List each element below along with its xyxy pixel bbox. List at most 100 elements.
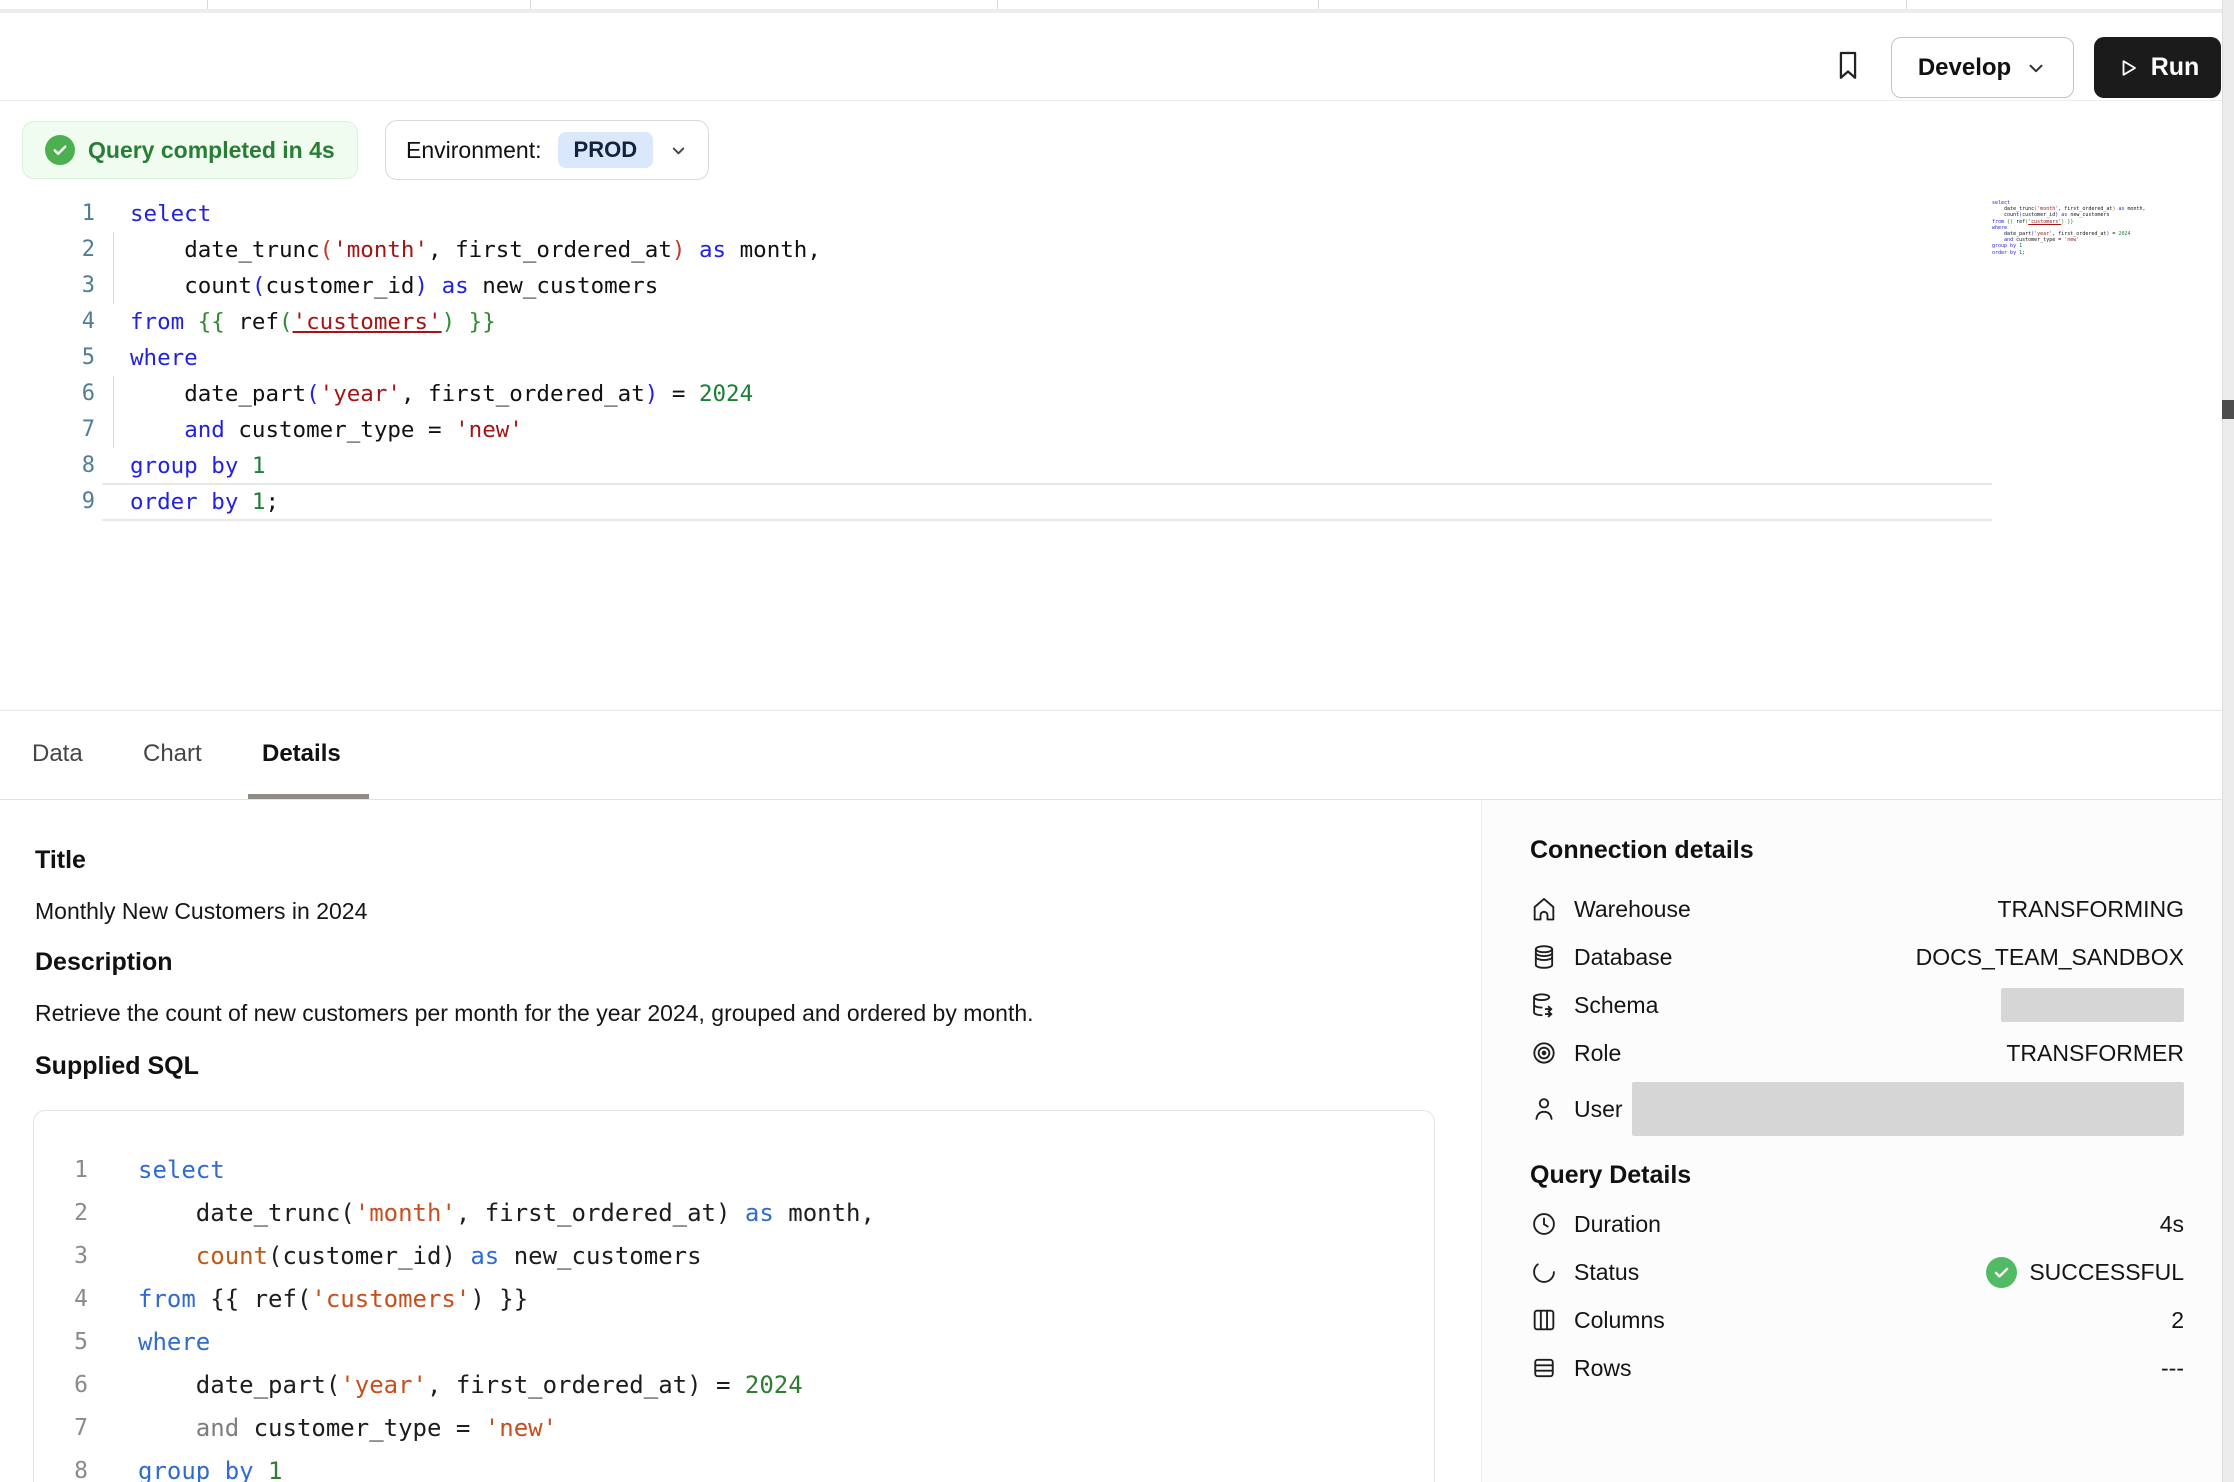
- code-line: 6 date_part('year', first_ordered_at) = …: [34, 1364, 1434, 1407]
- code-line: 8 group by 1: [34, 1450, 1434, 1482]
- detail-value: SUCCESSFUL: [1986, 1257, 2184, 1288]
- supplied-sql-heading: Supplied SQL: [35, 1052, 199, 1081]
- code-text: and customer_type = 'new': [130, 412, 523, 448]
- code-text: date_part('year', first_ordered_at) = 20…: [138, 1364, 803, 1407]
- description-value: Retrieve the count of new customers per …: [35, 1000, 1034, 1027]
- user-icon: [1530, 1095, 1558, 1123]
- detail-row-rows: Rows ---: [1530, 1344, 2184, 1392]
- details-side-panel: Connection details Warehouse TRANSFORMING…: [1481, 800, 2222, 1482]
- query-details-rows: Duration4s Status SUCCESSFUL Columns2 Rows --…: [1530, 1200, 2184, 1392]
- code-line: 1select: [34, 1149, 1434, 1192]
- code-line: 4from {{ ref('customers') }}: [34, 1278, 1434, 1321]
- connection-details-heading: Connection details: [1530, 836, 2184, 865]
- line-number: 6: [55, 376, 95, 412]
- detail-row-duration: Duration4s: [1530, 1200, 2184, 1248]
- columns-icon: [1530, 1306, 1558, 1334]
- check-circle-icon: [45, 135, 75, 165]
- code-line: 5where: [0, 340, 2220, 376]
- environment-dropdown[interactable]: Environment: PROD: [385, 120, 709, 180]
- detail-row-user: User: [1530, 1077, 2184, 1141]
- app-window: Develop Run Query completed in 4s Enviro…: [0, 0, 2234, 1482]
- query-status-badge: Query completed in 4s: [22, 121, 358, 179]
- detail-value: TRANSFORMING: [1997, 896, 2184, 923]
- code-line: 7 and customer_type = 'new': [0, 412, 2220, 448]
- role-icon: [1530, 1039, 1558, 1067]
- code-line: 2 date_trunc('month', first_ordered_at) …: [34, 1192, 1434, 1235]
- environment-label: Environment:: [406, 137, 542, 164]
- sql-editor[interactable]: 1select2 date_trunc('month', first_order…: [0, 196, 2220, 706]
- code-text: from {{ ref('customers') }}: [130, 304, 496, 340]
- line-number: 8: [60, 1450, 88, 1482]
- redacted-value: [2001, 988, 2184, 1022]
- code-line: 6 date_part('year', first_ordered_at) = …: [0, 376, 2220, 412]
- code-line: 2 date_trunc('month', first_ordered_at) …: [0, 232, 2220, 268]
- line-number: 1: [55, 196, 95, 232]
- code-text: date_trunc('month', first_ordered_at) as…: [130, 232, 821, 268]
- success-check-icon: [1986, 1257, 2017, 1288]
- code-text: where: [130, 340, 198, 376]
- code-text: where: [138, 1321, 210, 1364]
- scrollbar-thumb[interactable]: [2222, 400, 2234, 419]
- code-text: count(customer_id) as new_customers: [130, 268, 658, 304]
- scrollbar-track[interactable]: [2222, 0, 2234, 1482]
- schema-icon: [1530, 991, 1558, 1019]
- duration-icon: [1530, 1210, 1558, 1238]
- play-icon: [2116, 56, 2140, 80]
- detail-label: Database: [1574, 944, 1672, 971]
- detail-row-schema: Schema: [1530, 981, 2184, 1029]
- detail-label: User: [1574, 1096, 1623, 1123]
- query-status-text: Query completed in 4s: [88, 137, 335, 164]
- code-line: 7 and customer_type = 'new': [34, 1407, 1434, 1450]
- tab-chart[interactable]: Chart: [143, 724, 202, 784]
- line-number: 2: [55, 232, 95, 268]
- connection-details-rows: Warehouse TRANSFORMING Database DOCS_TEAM_S…: [1530, 885, 2184, 1141]
- run-button[interactable]: Run: [2094, 37, 2221, 98]
- line-number: 8: [55, 448, 95, 484]
- develop-label: Develop: [1918, 54, 2011, 82]
- line-number: 5: [60, 1321, 88, 1364]
- detail-value: [1632, 1082, 2184, 1136]
- line-number: 1: [60, 1149, 88, 1192]
- code-line: 8 group by 1: [0, 448, 2220, 484]
- detail-row-warehouse: Warehouse TRANSFORMING: [1530, 885, 2184, 933]
- run-label: Run: [2151, 53, 2200, 82]
- line-number: 4: [55, 304, 95, 340]
- editor-bottom-divider: [0, 710, 2234, 711]
- line-number: 9: [55, 484, 95, 520]
- detail-label: Status: [1574, 1259, 1639, 1286]
- editor-minimap[interactable]: select date_trunc('month', first_ordered…: [1992, 200, 2112, 256]
- bookmark-icon[interactable]: [1826, 43, 1870, 87]
- tab-data[interactable]: Data: [32, 724, 83, 784]
- code-line: 3 count(customer_id) as new_customers: [34, 1235, 1434, 1278]
- detail-label: Warehouse: [1574, 896, 1691, 923]
- line-number: 2: [60, 1192, 88, 1235]
- detail-label: Role: [1574, 1040, 1621, 1067]
- code-text: select: [130, 196, 211, 232]
- detail-value: DOCS_TEAM_SANDBOX: [1916, 944, 2184, 971]
- title-heading: Title: [35, 846, 86, 875]
- query-details-heading: Query Details: [1530, 1161, 2184, 1190]
- top-tab-strip: [0, 0, 2234, 9]
- detail-value: 4s: [2160, 1211, 2184, 1238]
- supplied-sql-card: 1select2 date_trunc('month', first_order…: [33, 1110, 1435, 1482]
- code-text: group by 1: [138, 1450, 283, 1482]
- detail-value: TRANSFORMER: [2006, 1040, 2184, 1067]
- rows-icon: [1530, 1354, 1558, 1382]
- code-line: 1 select: [0, 196, 2220, 232]
- code-text: group by 1: [130, 448, 265, 484]
- code-line: 3 count(customer_id) as new_customers: [0, 268, 2220, 304]
- detail-label: Schema: [1574, 992, 1658, 1019]
- code-line: 9order by 1;: [0, 484, 2220, 520]
- database-icon: [1530, 943, 1558, 971]
- code-text: date_trunc('month', first_ordered_at) as…: [138, 1192, 875, 1235]
- develop-dropdown-button[interactable]: Develop: [1891, 37, 2074, 98]
- redacted-value: [1632, 1082, 2184, 1136]
- environment-value-pill: PROD: [558, 132, 654, 168]
- detail-row-columns: Columns2: [1530, 1296, 2184, 1344]
- tab-details[interactable]: Details: [262, 724, 341, 784]
- header-bar: Develop Run: [0, 13, 2234, 100]
- status-icon: [1530, 1258, 1558, 1286]
- warehouse-icon: [1530, 895, 1558, 923]
- detail-label: Rows: [1574, 1355, 1632, 1382]
- detail-value: ---: [2161, 1355, 2184, 1382]
